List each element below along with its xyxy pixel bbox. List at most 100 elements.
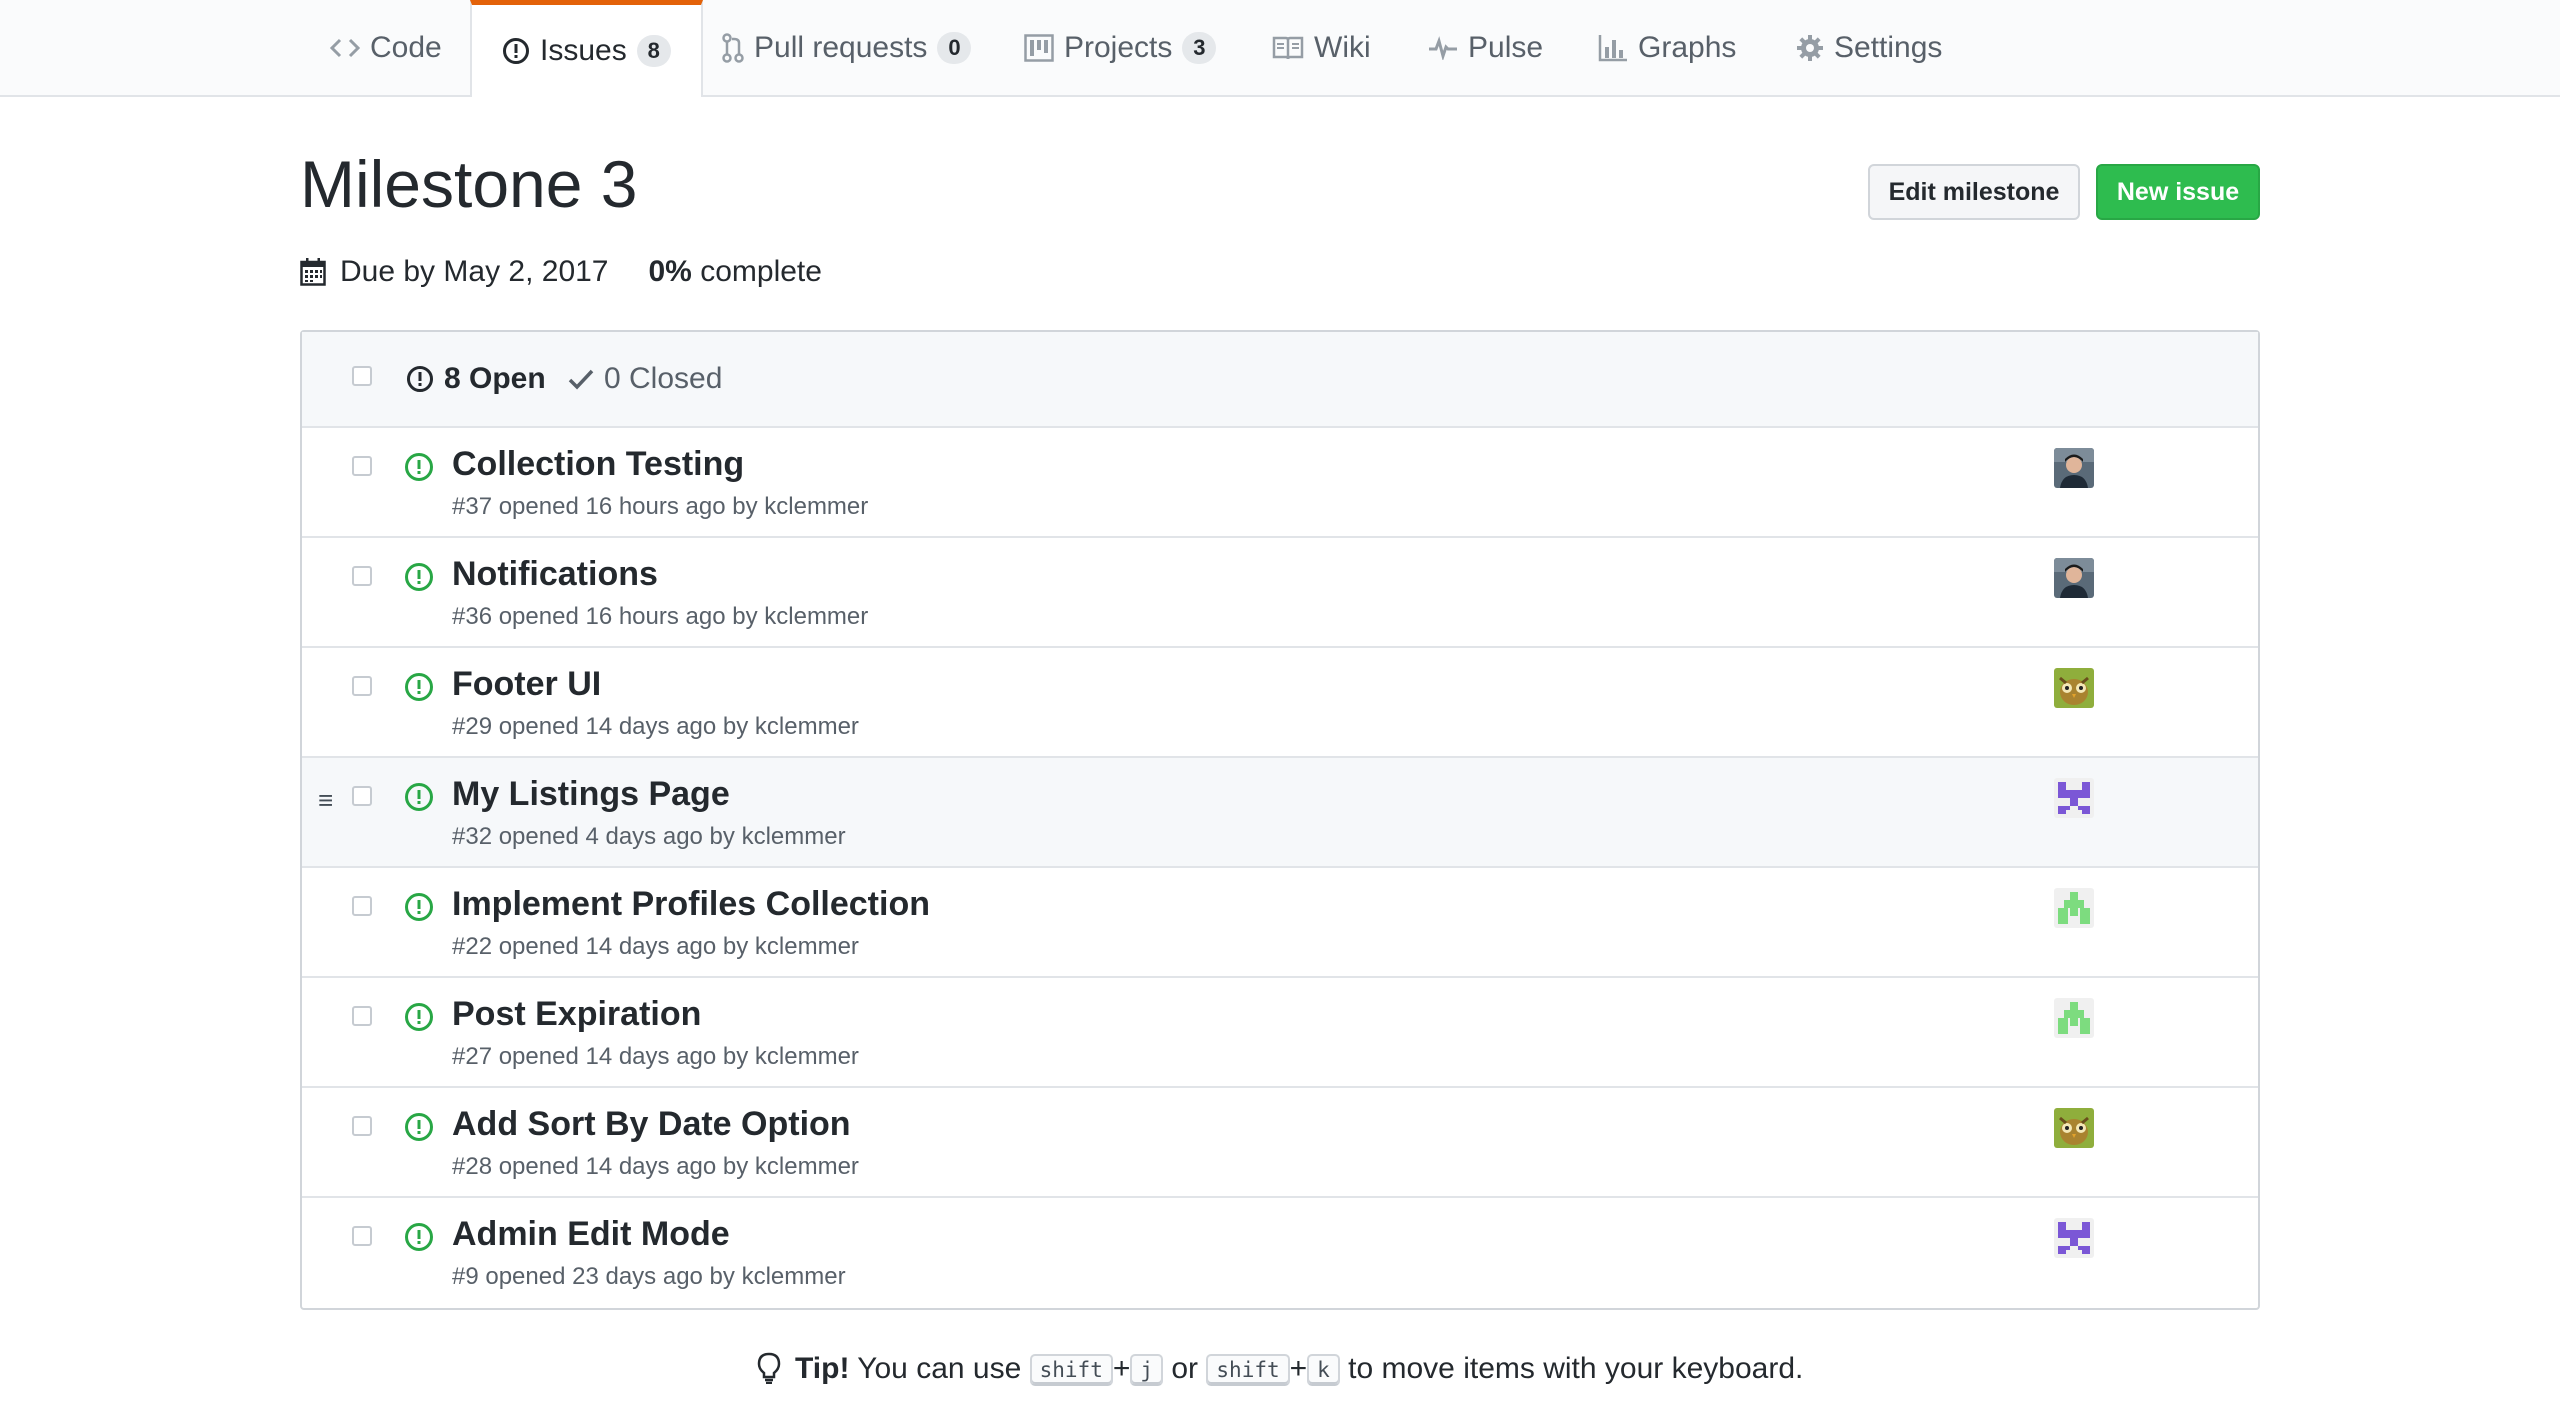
tab-label: Issues (540, 34, 627, 67)
issue-title-link[interactable]: Notifications (452, 552, 658, 596)
issues-count: 8 (636, 35, 671, 67)
calendar-icon (300, 258, 326, 286)
tab-pull-requests[interactable]: Pull requests 0 (722, 0, 972, 95)
tab-code[interactable]: Code (330, 0, 442, 95)
issue-title-link[interactable]: Collection Testing (452, 442, 744, 486)
issue-row[interactable]: Admin Edit Mode #9 opened 23 days ago by… (302, 1198, 2258, 1308)
key-shift: shift (1206, 1354, 1290, 1387)
issue-opened-icon (404, 1112, 434, 1142)
issue-row[interactable]: ≡ My Listings Page #32 opened 4 days ago… (302, 758, 2258, 868)
issue-checkbox[interactable] (352, 1226, 372, 1246)
closed-issues-filter[interactable]: 0 Closed (568, 362, 722, 396)
plus-sign: + (1112, 1352, 1131, 1385)
key-k: k (1307, 1354, 1340, 1387)
issue-meta: #29 opened 14 days ago by kclemmer (452, 713, 859, 740)
gear-icon (1796, 34, 1824, 62)
keyboard-tip: Tip! You can use shift + j or shift + k to m… (0, 1352, 2560, 1392)
open-issues-filter[interactable]: 8 Open (406, 362, 546, 396)
issue-meta: #36 opened 16 hours ago by kclemmer (452, 603, 869, 630)
assignee-avatar[interactable] (2054, 1108, 2094, 1148)
issue-title-link[interactable]: Post Expiration (452, 992, 701, 1036)
issue-checkbox[interactable] (352, 1116, 372, 1136)
new-issue-button[interactable]: New issue (2096, 164, 2260, 220)
issue-meta: #37 opened 16 hours ago by kclemmer (452, 493, 869, 520)
milestone-meta: Due by May 2, 2017 0% complete (300, 252, 822, 292)
tip-or: or (1171, 1352, 1199, 1385)
key-j: j (1130, 1354, 1164, 1387)
issue-title-link[interactable]: My Listings Page (452, 772, 730, 816)
issue-title-link[interactable]: Admin Edit Mode (452, 1212, 730, 1256)
assignee-avatar[interactable] (2054, 668, 2094, 708)
tip-label: Tip! (795, 1352, 850, 1385)
complete-label: complete (700, 255, 822, 288)
issue-row[interactable]: Post Expiration #27 opened 14 days ago b… (302, 978, 2258, 1088)
key-shift: shift (1029, 1354, 1113, 1387)
issue-opened-icon (404, 782, 434, 812)
tab-settings[interactable]: Settings (1796, 0, 1942, 95)
issue-opened-icon (404, 562, 434, 592)
issue-opened-icon (406, 365, 434, 393)
progress-percent: 0% complete (649, 255, 822, 289)
repo-tab-nav: Code Issues 8 Pull requests 0 Projects 3… (0, 0, 2560, 97)
tab-wiki[interactable]: Wiki (1272, 0, 1371, 95)
issue-checkbox[interactable] (352, 566, 372, 586)
assignee-avatar[interactable] (2054, 1218, 2094, 1258)
issue-title-link[interactable]: Implement Profiles Collection (452, 882, 930, 926)
tab-pulse[interactable]: Pulse (1428, 0, 1543, 95)
drag-handle-icon[interactable]: ≡ (318, 787, 333, 813)
issues-list-header: 8 Open 0 Closed (302, 332, 2258, 428)
assignee-avatar[interactable] (2054, 448, 2094, 488)
tab-label: Pulse (1468, 30, 1544, 64)
issue-row[interactable]: Notifications #36 opened 16 hours ago by… (302, 538, 2258, 648)
git-pull-request-icon (722, 32, 744, 63)
issue-meta: #32 opened 4 days ago by kclemmer (452, 823, 846, 850)
issue-checkbox[interactable] (352, 676, 372, 696)
tab-graphs[interactable]: Graphs (1598, 0, 1736, 95)
percent-value: 0% (648, 255, 692, 288)
issue-opened-icon (404, 452, 434, 482)
issue-meta: #9 opened 23 days ago by kclemmer (452, 1263, 846, 1290)
light-bulb-icon (757, 1352, 781, 1392)
tab-projects[interactable]: Projects 3 (1024, 0, 1217, 95)
projects-count: 3 (1182, 31, 1217, 64)
assignee-avatar[interactable] (2054, 778, 2094, 818)
issue-meta: #22 opened 14 days ago by kclemmer (452, 933, 859, 960)
graph-icon (1598, 34, 1628, 62)
issue-row[interactable]: Footer UI #29 opened 14 days ago by kcle… (302, 648, 2258, 758)
issue-row[interactable]: Add Sort By Date Option #28 opened 14 da… (302, 1088, 2258, 1198)
project-icon (1024, 33, 1054, 62)
assignee-avatar[interactable] (2054, 558, 2094, 598)
issue-checkbox[interactable] (352, 456, 372, 476)
edit-milestone-button[interactable]: Edit milestone (1868, 164, 2080, 220)
open-count-label: 8 Open (444, 362, 546, 395)
tab-label: Projects (1064, 30, 1173, 64)
tab-label: Wiki (1314, 30, 1371, 64)
issue-row[interactable]: Implement Profiles Collection #22 opened… (302, 868, 2258, 978)
check-icon (568, 368, 594, 390)
closed-count-label: 0 Closed (604, 362, 723, 395)
issue-title-link[interactable]: Footer UI (452, 662, 601, 706)
tab-issues[interactable]: Issues 8 (470, 0, 703, 97)
issue-opened-icon (502, 37, 530, 65)
tip-text-end: to move items with your keyboard. (1348, 1352, 1804, 1385)
pulse-icon (1428, 35, 1458, 60)
assignee-avatar[interactable] (2054, 998, 2094, 1038)
tab-label: Settings (1834, 30, 1943, 64)
issues-list: 8 Open 0 Closed Collection Testing #37 o… (300, 330, 2260, 1310)
issue-checkbox[interactable] (352, 1006, 372, 1026)
pull-requests-count: 0 (937, 31, 972, 64)
page-title: Milestone 3 (300, 147, 638, 221)
issue-meta: #28 opened 14 days ago by kclemmer (452, 1153, 859, 1180)
select-all-checkbox[interactable] (352, 366, 372, 386)
assignee-avatar[interactable] (2054, 888, 2094, 928)
issue-checkbox[interactable] (352, 896, 372, 916)
tab-label: Pull requests (754, 30, 928, 64)
issue-title-link[interactable]: Add Sort By Date Option (452, 1102, 851, 1146)
plus-sign: + (1289, 1352, 1308, 1385)
tab-label: Code (370, 30, 442, 64)
issue-row[interactable]: Collection Testing #37 opened 16 hours a… (302, 428, 2258, 538)
issue-opened-icon (404, 1222, 434, 1252)
issue-checkbox[interactable] (352, 786, 372, 806)
book-icon (1272, 35, 1304, 61)
issue-opened-icon (404, 672, 434, 702)
